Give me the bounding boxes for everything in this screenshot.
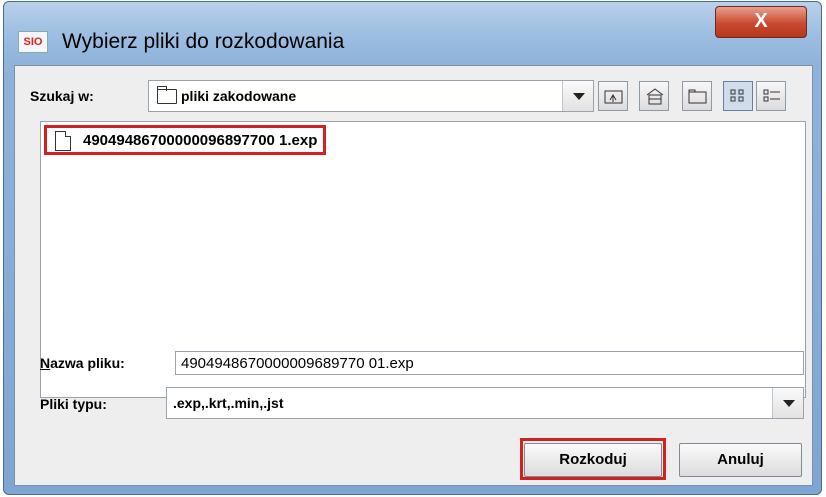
up-folder-button[interactable]: [598, 81, 628, 111]
file-type-combo[interactable]: .exp,.krt,.min,.jst: [166, 387, 804, 419]
look-in-value: pliki zakodowane: [181, 88, 297, 104]
close-button[interactable]: X: [715, 6, 807, 38]
mnemonic-letter: N: [40, 355, 51, 371]
dialog-content: Szukaj w: pliki zakodowane 4904948670000…: [14, 65, 813, 486]
new-folder-icon: [688, 89, 707, 104]
folder-icon: [157, 86, 177, 104]
list-view-button[interactable]: [723, 81, 753, 111]
dialog-window: SIO Wybierz pliki do rozkodowania X Szuk…: [3, 1, 822, 495]
title-bar[interactable]: SIO Wybierz pliki do rozkodowania X: [4, 2, 821, 64]
file-name: 49049486700000096897700 1.exp: [83, 131, 318, 149]
new-folder-button[interactable]: [682, 81, 712, 111]
file-type-value: .exp,.krt,.min,.jst: [173, 395, 284, 411]
file-name-label-text: azwa pliku:: [50, 355, 125, 371]
home-button[interactable]: [639, 81, 669, 111]
cancel-button[interactable]: Anuluj: [679, 443, 802, 477]
file-type-label: Pliki typu:: [40, 396, 107, 412]
details-view-button[interactable]: [756, 81, 786, 111]
file-icon: [55, 131, 71, 151]
home-icon: [646, 88, 664, 105]
file-name-input[interactable]: [175, 351, 804, 375]
up-folder-icon: [604, 90, 623, 104]
app-icon: SIO: [18, 31, 48, 53]
chevron-down-icon[interactable]: [772, 388, 803, 418]
chevron-down-icon[interactable]: [562, 81, 593, 111]
details-view-icon: [763, 89, 780, 102]
look-in-combo[interactable]: pliki zakodowane: [148, 80, 594, 112]
list-item[interactable]: 49049486700000096897700 1.exp: [44, 125, 327, 155]
window-title: Wybierz pliki do rozkodowania: [62, 30, 345, 53]
look-in-label: Szukaj w:: [30, 88, 94, 104]
file-name-label: Nazwa pliku:: [40, 355, 125, 371]
list-view-icon: [730, 89, 744, 102]
decode-button[interactable]: Rozkoduj: [524, 443, 662, 477]
